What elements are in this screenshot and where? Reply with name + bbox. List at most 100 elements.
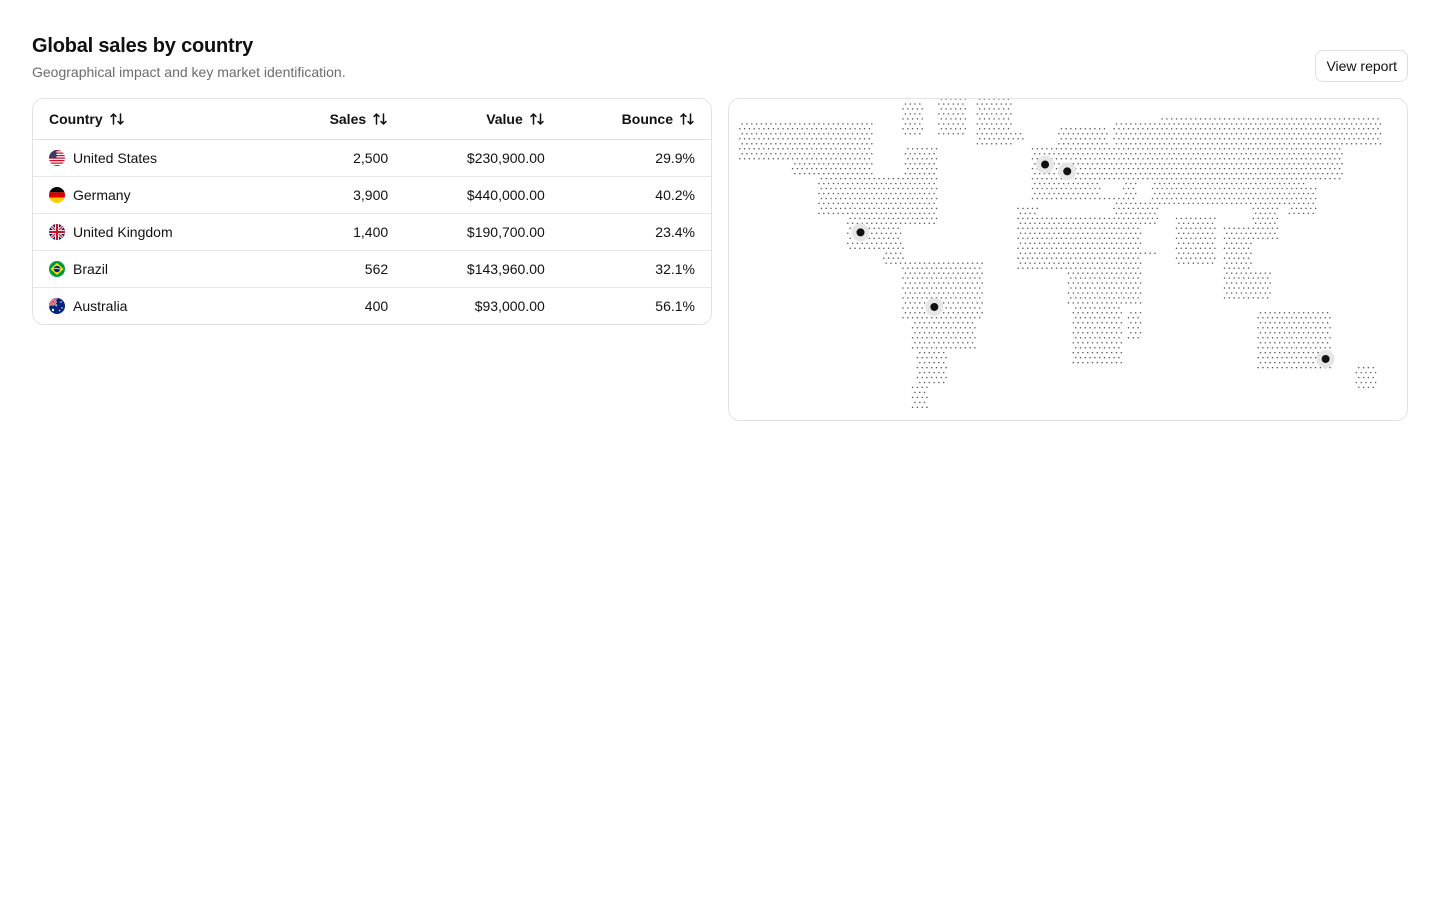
- map-dot: [1137, 217, 1139, 220]
- map-dot: [1084, 257, 1087, 259]
- map-marker-australia[interactable]: [1316, 349, 1335, 368]
- map-dot: [1007, 99, 1010, 100]
- map-dot: [842, 123, 844, 125]
- map-dot: [743, 128, 746, 130]
- page-title: Global sales by country: [32, 35, 254, 57]
- map-dot: [1086, 302, 1089, 304]
- map-dot: [1065, 128, 1067, 130]
- table-row[interactable]: United States 2,500 $230,900.00 29.9%: [33, 139, 711, 177]
- map-marker-brazil[interactable]: [925, 297, 944, 316]
- map-dot: [1154, 133, 1156, 135]
- map-dot: [813, 123, 815, 125]
- map-dot: [945, 267, 947, 269]
- column-header-country[interactable]: Country: [33, 99, 275, 140]
- map-dot: [1266, 277, 1269, 279]
- map-dot: [1113, 307, 1115, 309]
- sort-arrows-icon[interactable]: [372, 111, 388, 127]
- map-dot: [1218, 197, 1221, 200]
- map-dot: [1298, 162, 1300, 165]
- map-dot: [930, 346, 933, 349]
- map-dot: [1163, 192, 1166, 195]
- map-dot: [1245, 182, 1247, 185]
- map-dot: [1101, 162, 1103, 165]
- map-dot: [777, 128, 779, 130]
- map-dot: [1103, 138, 1106, 140]
- map-dot: [1312, 172, 1314, 175]
- map-dot: [1310, 336, 1312, 339]
- map-dot: [1214, 247, 1216, 249]
- map-dot: [1082, 242, 1084, 244]
- map-dot: [1202, 252, 1204, 254]
- map-dot: [1252, 287, 1255, 289]
- country-name: Germany: [73, 187, 131, 203]
- column-header-value[interactable]: Value: [404, 99, 561, 140]
- map-dot: [945, 297, 947, 299]
- map-dot: [763, 157, 765, 160]
- map-dot: [1096, 292, 1099, 294]
- map-dot: [1038, 172, 1041, 175]
- map-dot: [1228, 227, 1231, 230]
- map-dot: [1211, 152, 1214, 155]
- map-dot: [1091, 252, 1094, 254]
- map-dot: [1156, 128, 1159, 130]
- map-dot: [1281, 346, 1283, 349]
- map-dot: [861, 143, 863, 145]
- map-dot: [1276, 227, 1279, 230]
- map-dot: [1091, 361, 1094, 364]
- map-dot: [957, 123, 959, 125]
- column-header-sales[interactable]: Sales: [275, 99, 405, 140]
- map-dot: [1197, 242, 1199, 244]
- map-dot: [964, 277, 967, 279]
- map-dot: [871, 222, 873, 225]
- map-dot: [978, 118, 981, 120]
- map-dot: [1290, 128, 1293, 130]
- map-dot: [1274, 322, 1276, 324]
- map-dot: [1019, 242, 1022, 244]
- map-dot: [1230, 272, 1233, 274]
- map-dot: [854, 217, 856, 220]
- map-dot: [1060, 217, 1063, 220]
- map-dot: [1226, 282, 1228, 284]
- map-dot: [803, 152, 806, 155]
- map-dot: [1120, 222, 1123, 225]
- table-row[interactable]: Germany 3,900 $440,000.00 40.2%: [33, 176, 711, 214]
- country-cell: Brazil: [33, 250, 275, 288]
- map-dot: [962, 113, 964, 115]
- map-marker-united-states[interactable]: [851, 223, 870, 242]
- table-row[interactable]: United Kingdom 1,400 $190,700.00 23.4%: [33, 213, 711, 251]
- map-dot: [942, 351, 945, 354]
- map-dot: [919, 272, 921, 274]
- map-dot: [1096, 272, 1099, 274]
- map-dot: [926, 207, 928, 210]
- map-dot: [1216, 172, 1219, 175]
- map-dot: [945, 307, 947, 309]
- column-header-bounce[interactable]: Bounce: [560, 99, 711, 140]
- map-dot: [856, 192, 859, 195]
- map-dot: [1154, 162, 1156, 165]
- map-dot: [1070, 227, 1072, 230]
- table-row[interactable]: Australia 400 $93,000.00 56.1%: [33, 288, 711, 325]
- sort-arrows-icon[interactable]: [679, 111, 695, 127]
- map-dot: [1163, 172, 1166, 175]
- map-dot: [1108, 267, 1111, 269]
- map-dot: [820, 187, 823, 190]
- map-dot: [916, 108, 919, 110]
- view-report-button[interactable]: View report: [1315, 50, 1408, 82]
- sort-arrows-icon[interactable]: [529, 111, 545, 127]
- table-row[interactable]: Brazil 562 $143,960.00 32.1%: [33, 250, 711, 288]
- map-dot: [1274, 162, 1276, 165]
- map-dot: [1072, 192, 1075, 195]
- map-dot: [974, 277, 976, 279]
- map-marker-germany[interactable]: [1058, 162, 1077, 181]
- sort-arrows-icon[interactable]: [109, 111, 125, 127]
- map-dot: [878, 177, 880, 180]
- map-dot: [1266, 167, 1269, 170]
- map-dot: [1091, 192, 1094, 195]
- map-dot: [1204, 187, 1207, 190]
- map-dot: [916, 167, 919, 170]
- map-dot: [1305, 118, 1307, 120]
- map-dot: [1151, 128, 1154, 130]
- map-marker-united-kingdom[interactable]: [1036, 155, 1055, 174]
- map-dot: [849, 147, 851, 150]
- map-dot: [1324, 177, 1326, 180]
